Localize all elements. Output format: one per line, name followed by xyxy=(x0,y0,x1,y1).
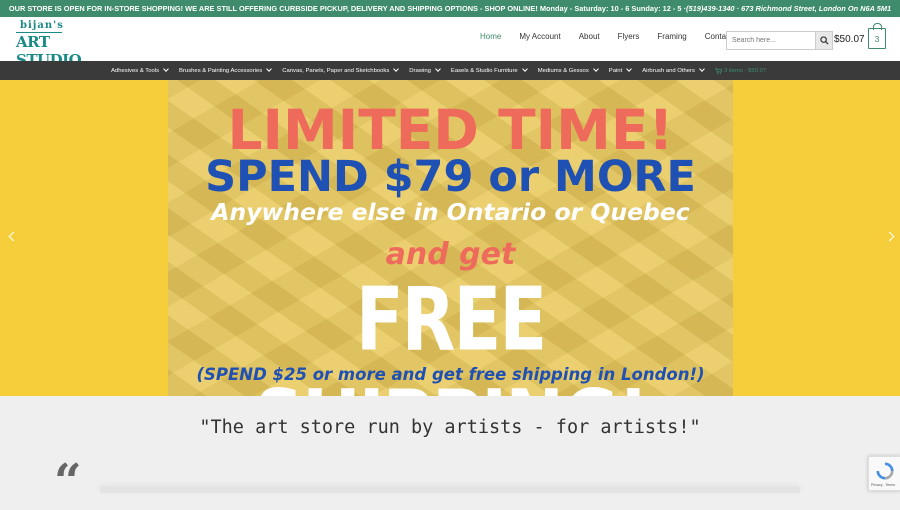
recaptcha-icon xyxy=(876,462,894,480)
search-box xyxy=(726,31,833,50)
search-button[interactable] xyxy=(815,32,832,49)
category-brushes[interactable]: Brushes & Painting Accessories xyxy=(179,66,273,74)
chevron-down-icon xyxy=(521,66,528,72)
category-label: Brushes & Painting Accessories xyxy=(179,67,263,74)
cart-total[interactable]: $50.07 xyxy=(834,34,865,45)
site-header: bijan's ART STUDIO Home My Account About… xyxy=(0,17,900,69)
category-mediums[interactable]: Mediums & Gessos xyxy=(537,66,599,74)
slider-next-icon[interactable] xyxy=(884,231,895,242)
announcement-text: OUR STORE IS OPEN FOR IN-STORE SHOPPING!… xyxy=(8,4,687,13)
chevron-down-icon xyxy=(699,66,705,72)
category-nav: Adhesives & Tools Brushes & Painting Acc… xyxy=(0,61,900,80)
category-adhesives-tools[interactable]: Adhesives & Tools xyxy=(111,66,169,74)
nav-framing[interactable]: Framing xyxy=(657,32,686,41)
banner-and-get: and get xyxy=(385,237,516,272)
recaptcha-badge[interactable]: Privacy - Terms xyxy=(868,456,900,491)
main-nav: Home My Account About Flyers Framing Con… xyxy=(480,32,750,41)
slider-prev-icon[interactable] xyxy=(8,231,19,242)
nav-flyers[interactable]: Flyers xyxy=(618,32,640,41)
testimonial-card-edge xyxy=(100,487,800,493)
chevron-down-icon xyxy=(626,66,633,72)
category-drawing[interactable]: Drawing xyxy=(409,66,441,74)
category-label: Drawing xyxy=(409,67,431,74)
chevron-down-icon xyxy=(435,66,441,72)
recaptcha-links[interactable]: Privacy - Terms xyxy=(871,483,895,487)
search-input[interactable] xyxy=(727,32,815,49)
nav-about[interactable]: About xyxy=(579,32,600,41)
store-tagline: "The art store run by artists - for arti… xyxy=(199,417,701,438)
nav-home[interactable]: Home xyxy=(480,32,501,41)
site-logo[interactable]: bijan's ART STUDIO xyxy=(16,20,82,69)
promo-banner[interactable]: LIMITED TIME! SPEND $79 or MORE Anywhere… xyxy=(168,80,733,396)
category-label: Paint xyxy=(608,67,623,74)
banner-spend: SPEND $79 or MORE xyxy=(205,152,696,202)
cart-icon xyxy=(715,67,722,74)
announcement-bar: OUR STORE IS OPEN FOR IN-STORE SHOPPING!… xyxy=(0,0,900,17)
category-label: Adhesives & Tools xyxy=(111,67,160,74)
banner-region: Anywhere else in Ontario or Quebec xyxy=(211,198,690,226)
banner-london-note: (SPEND $25 or more and get free shipping… xyxy=(196,365,705,384)
category-label: Mediums & Gessos xyxy=(537,67,589,74)
cart-bag-icon[interactable]: 3 xyxy=(868,23,886,49)
mini-cart[interactable]: 3 items - $50.07 xyxy=(715,68,766,74)
logo-line1: bijan's xyxy=(20,20,64,31)
category-label: Canvas, Panels, Paper and Sketchbooks xyxy=(282,67,390,74)
chevron-down-icon xyxy=(266,66,273,72)
category-label: Easels & Studio Furniture xyxy=(450,67,518,74)
category-paint[interactable]: Paint xyxy=(608,66,633,74)
mini-cart-text: 3 items - $50.07 xyxy=(723,67,767,74)
category-easels[interactable]: Easels & Studio Furniture xyxy=(450,66,528,74)
chevron-down-icon xyxy=(393,66,400,72)
hero-slider: LIMITED TIME! SPEND $79 or MORE Anywhere… xyxy=(0,80,900,396)
nav-my-account[interactable]: My Account xyxy=(519,32,560,41)
category-airbrush[interactable]: Airbrush and Others xyxy=(642,66,705,74)
announcement-contact: (519)439-1340 · 673 Richmond Street, Lon… xyxy=(686,4,892,13)
chevron-down-icon xyxy=(592,66,599,72)
category-canvas[interactable]: Canvas, Panels, Paper and Sketchbooks xyxy=(282,66,400,74)
cart-count: 3 xyxy=(874,33,880,44)
chevron-down-icon xyxy=(163,66,169,72)
quote-icon: “ xyxy=(54,454,82,510)
search-icon xyxy=(819,36,829,45)
category-label: Airbrush and Others xyxy=(642,67,695,74)
